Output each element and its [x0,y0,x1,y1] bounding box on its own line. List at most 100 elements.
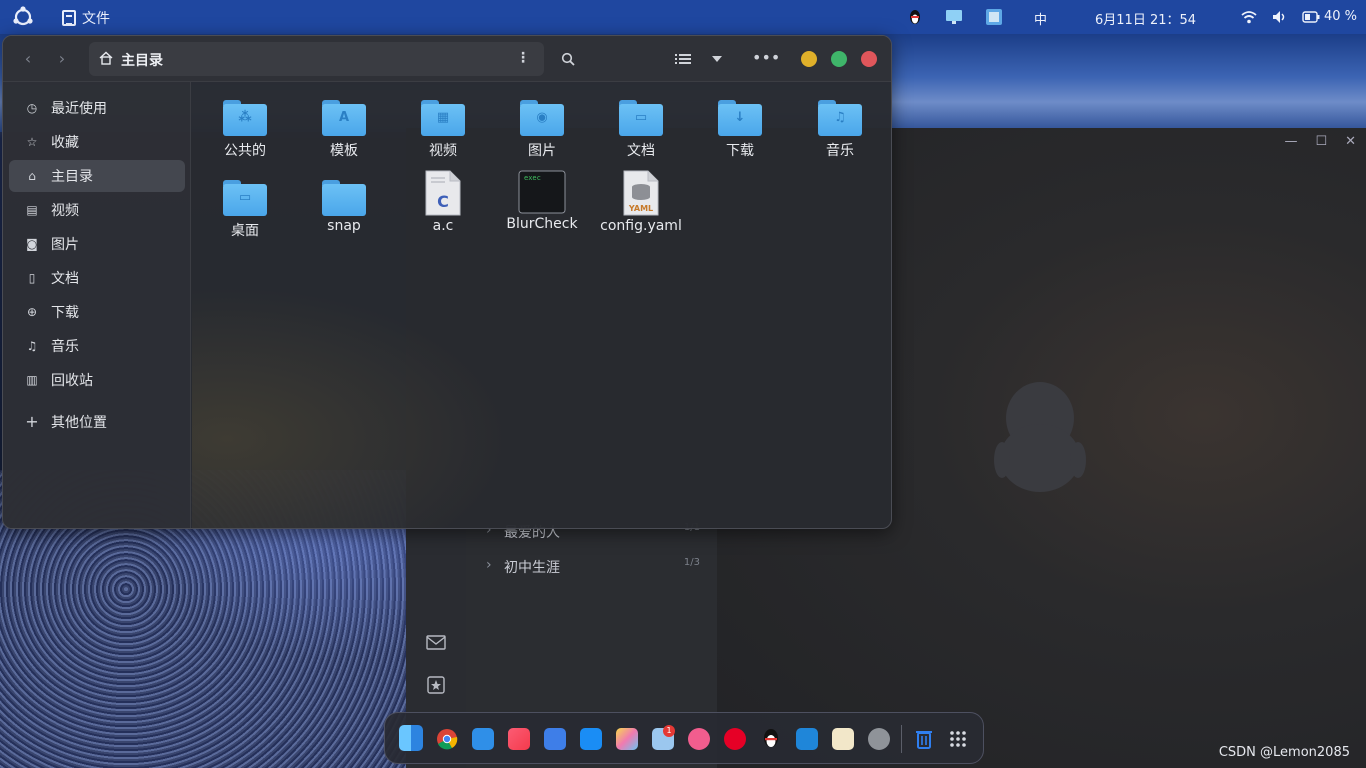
mail-icon[interactable] [472,728,494,750]
item-label: a.c [432,218,454,234]
item-label: 下载 [726,143,754,159]
sidebar-item-label: 收藏 [51,135,79,151]
clock-icon: ◷ [26,101,38,115]
search-icon[interactable] [561,52,575,66]
sidebar-item-recent[interactable]: ◷ 最近使用 [9,92,185,124]
chrome-icon[interactable] [436,728,458,750]
qq-icon[interactable] [760,728,782,750]
path-bar[interactable]: 主目录 ⋮ [89,42,544,76]
folder-icon: ▭ [223,180,267,216]
sidebar-item-music[interactable]: ♫ 音乐 [9,330,185,362]
film-icon: ▤ [26,203,38,217]
sidebar-item-trash[interactable]: ▥ 回收站 [9,364,185,396]
folder-icon: ◉ [520,100,564,136]
sidebar-item-pictures[interactable]: ◙ 图片 [9,228,185,260]
folder-desktop[interactable]: ▭ 桌面 [200,180,290,240]
chevron-right-icon: › [486,557,492,573]
folder-music[interactable]: ♫ 音乐 [795,100,885,160]
mail-icon[interactable] [426,634,446,652]
sidebar-item-home[interactable]: ⌂ 主目录 [9,160,185,192]
qq-tray-icon[interactable] [906,8,924,26]
sidebar-item-starred[interactable]: ☆ 收藏 [9,126,185,158]
folder-icon: ↓ [718,100,762,136]
sidebar-item-videos[interactable]: ▤ 视频 [9,194,185,226]
settings-icon[interactable] [868,728,890,750]
more-options-button[interactable]: ••• [752,48,780,67]
qq-close-button[interactable]: ✕ [1345,134,1356,149]
svg-text:YAML: YAML [628,204,653,213]
item-label: snap [327,218,361,234]
close-button[interactable] [861,51,877,67]
yaml-file-icon: YAML [623,170,659,216]
item-label: 桌面 [231,223,259,239]
list-view-icon[interactable] [675,53,691,65]
finder-icon[interactable] [399,725,423,751]
folder-icon: ♫ [818,100,862,136]
app-grid-icon[interactable] [947,728,969,750]
qq-group-label: 初中生涯 [504,560,560,576]
sidebar-item-label: 视频 [51,203,79,219]
back-button[interactable]: ‹ [19,50,37,68]
file-config-yaml[interactable]: YAML config.yaml [596,170,686,234]
folder-documents[interactable]: ▭ 文档 [596,100,686,160]
qq-group-count: 1/3 [683,557,700,568]
folder-pictures[interactable]: ◉ 图片 [497,100,587,160]
item-label: config.yaml [600,218,682,234]
sidebar-item-downloads[interactable]: ⊕ 下载 [9,296,185,328]
qq-minimize-button[interactable]: — [1284,134,1297,149]
netease-music-icon[interactable] [724,728,746,750]
vscode-icon[interactable] [796,728,818,750]
clock[interactable]: 6月11日 21：54 [1095,9,1196,28]
item-label: 视频 [429,143,457,159]
maximize-button[interactable] [831,51,847,67]
sidebar-item-label: 主目录 [51,169,93,185]
dock: 1 [384,712,984,764]
forward-button[interactable]: › [53,50,71,68]
battery-percentage: 40 % [1324,9,1358,24]
plus-icon: + [25,412,39,431]
minimize-button[interactable] [801,51,817,67]
battery-icon[interactable] [1302,11,1320,23]
sidebar-item-other-locations[interactable]: + 其他位置 [9,406,185,438]
svg-text:C: C [437,192,449,211]
file-blurcheck[interactable]: exec BlurCheck [497,170,587,232]
favorites-icon[interactable] [426,676,446,694]
sidebar-item-label: 音乐 [51,339,79,355]
trash-icon[interactable] [913,728,935,750]
home-icon: ⌂ [28,169,36,183]
volume-icon[interactable] [1272,10,1288,24]
notes-icon[interactable] [544,728,566,750]
file-a-c[interactable]: C a.c [398,170,488,234]
sidebar-item-documents[interactable]: ▯ 文档 [9,262,185,294]
file-grid: ⁂ 公共的 A 模板 ▦ 视频 ◉ 图片 ▭ 文档 ↓ 下载 ♫ 音乐 ▭ 桌面… [192,82,891,528]
qq-group-row[interactable]: › 初中生涯 1/3 [486,557,700,577]
bilibili-icon[interactable] [688,728,710,750]
path-menu-button[interactable]: ⋮ [516,50,530,66]
photos-icon[interactable] [616,728,638,750]
folder-icon: ▦ [421,100,465,136]
watermark: CSDN @Lemon2085 [1218,745,1350,760]
appstore-icon[interactable] [580,728,602,750]
text-editor-icon[interactable] [832,728,854,750]
folder-videos[interactable]: ▦ 视频 [398,100,488,160]
folder-icon: A [322,100,366,136]
view-options-dropdown-icon[interactable] [712,56,722,62]
qq-penguin-watermark-icon [994,382,1086,492]
qq-maximize-button[interactable]: ☐ [1315,134,1327,149]
executable-file-icon: exec [518,170,566,214]
folder-templates[interactable]: A 模板 [299,100,389,160]
monitor-tray-icon[interactable] [945,8,963,26]
folder-public[interactable]: ⁂ 公共的 [200,100,290,160]
item-label: 模板 [330,143,358,159]
item-label: BlurCheck [506,216,578,232]
wifi-icon[interactable] [1241,10,1257,24]
svg-text:exec: exec [524,174,541,182]
music-app-icon[interactable] [508,728,530,750]
screenshot-tray-icon[interactable] [985,8,1003,26]
folder-downloads[interactable]: ↓ 下载 [695,100,785,160]
input-method-indicator[interactable]: 中 [1034,9,1047,28]
folder-snap[interactable]: snap [299,180,389,234]
download-icon: ⊕ [26,305,38,319]
active-app-menu[interactable]: 文件 [62,8,110,28]
ubuntu-logo-icon[interactable] [12,6,34,28]
